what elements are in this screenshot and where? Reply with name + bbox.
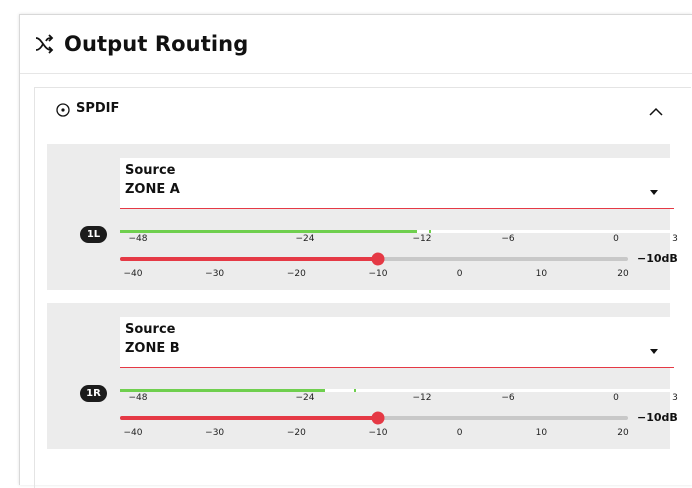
slider-tick-label: −10 — [368, 428, 388, 438]
meter-tick-label: −6 — [501, 234, 515, 244]
channel-strip-1l: Source ZONE A 1L −10dB −48 −24 −12 −6 0 3 −40 −… — [47, 144, 678, 290]
gain-slider[interactable] — [120, 411, 628, 425]
level-meter — [120, 389, 675, 392]
slider-tick-label: −20 — [286, 428, 306, 438]
spdif-panel: SPDIF Source ZONE A 1L −10dB −48 −24 −12… — [34, 87, 691, 488]
dropdown-arrow-icon — [650, 180, 658, 195]
slider-tick-label: −10 — [368, 269, 388, 279]
meter-peak — [429, 230, 432, 233]
shuffle-icon — [34, 33, 56, 55]
chevron-up-icon[interactable] — [649, 102, 663, 116]
meter-fill — [120, 230, 418, 233]
meter-peak — [353, 389, 356, 392]
meter-fill — [120, 389, 325, 392]
source-value: ZONE A — [125, 182, 180, 197]
slider-tick-label: −30 — [205, 428, 225, 438]
source-select[interactable]: Source ZONE A — [120, 158, 674, 209]
slider-tick-label: −20 — [286, 269, 306, 279]
gain-slider-fill — [120, 416, 378, 420]
slider-tick-label: 20 — [617, 269, 629, 279]
channel-badge: 1L — [80, 226, 107, 243]
meter-tick-label: −12 — [412, 393, 432, 403]
gain-slider-fill — [120, 257, 378, 261]
radio-dot-icon — [56, 102, 70, 117]
gain-value: −10dB — [637, 411, 678, 424]
slider-tick-label: 10 — [535, 269, 548, 279]
dropdown-arrow-icon — [650, 339, 658, 354]
output-routing-card: Output Routing SPDIF Source ZONE A 1L −1… — [19, 14, 692, 488]
meter-tick-label: 0 — [613, 234, 619, 244]
slider-tick-label: 0 — [456, 269, 463, 279]
channel-badge: 1R — [80, 385, 107, 402]
meter-tick-label: −24 — [295, 393, 315, 403]
meter-tick-label: −24 — [295, 234, 315, 244]
spdif-panel-header[interactable]: SPDIF — [35, 88, 691, 128]
source-select[interactable]: Source ZONE B — [120, 317, 674, 368]
meter-tick-label: −48 — [128, 234, 148, 244]
source-label: Source — [125, 163, 176, 178]
slider-tick-label: −40 — [123, 269, 143, 279]
slider-tick-label: 0 — [456, 428, 463, 438]
slider-tick-label: −30 — [205, 269, 225, 279]
channel-strip-1r: Source ZONE B 1R −10dB −48 −24 −12 −6 0 3 −40 −… — [47, 303, 678, 449]
meter-tick-label: 0 — [613, 393, 619, 403]
meter-tick-label: −6 — [501, 393, 515, 403]
gain-slider[interactable] — [120, 252, 628, 266]
meter-tick-label: 3 — [672, 234, 678, 244]
meter-tick-label: −48 — [128, 393, 148, 403]
page-title: Output Routing — [64, 32, 249, 56]
panel-label: SPDIF — [76, 101, 120, 116]
gain-value: −10dB — [637, 252, 678, 265]
slider-tick-label: 20 — [617, 428, 629, 438]
level-meter — [120, 230, 675, 233]
card-header: Output Routing — [20, 15, 692, 74]
meter-tick-label: −12 — [412, 234, 432, 244]
gain-slider-knob[interactable] — [371, 252, 385, 266]
gain-slider-knob[interactable] — [371, 411, 385, 425]
source-value: ZONE B — [125, 341, 180, 356]
slider-tick-label: 10 — [535, 428, 548, 438]
meter-tick-label: 3 — [672, 393, 678, 403]
slider-tick-label: −40 — [123, 428, 143, 438]
source-label: Source — [125, 322, 176, 337]
